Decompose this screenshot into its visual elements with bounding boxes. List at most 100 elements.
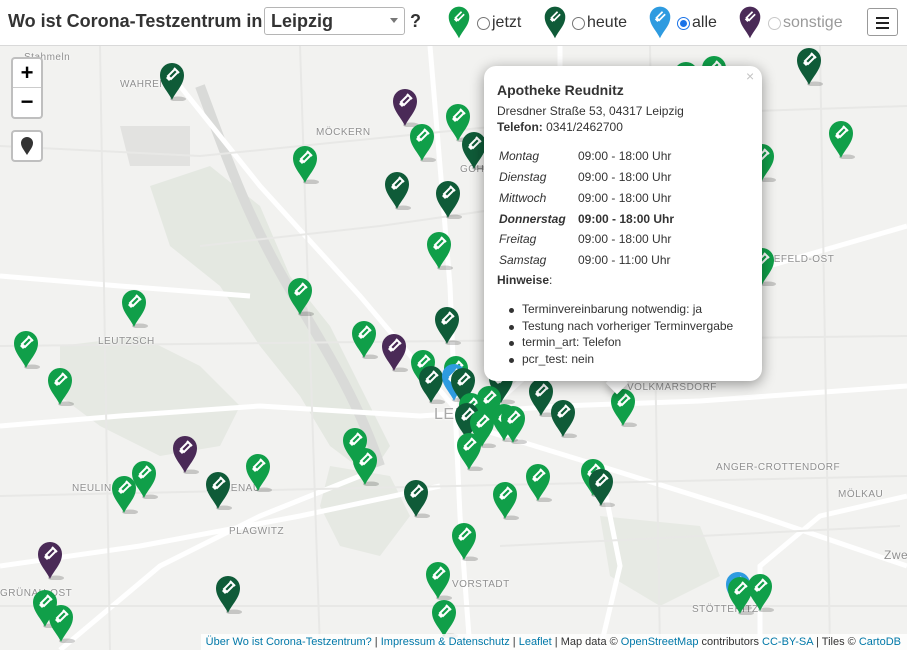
place-label: PLAGWITZ (229, 526, 285, 537)
hours-day: Samstag (499, 253, 547, 267)
filter-radio[interactable] (677, 17, 690, 30)
test-center-marker[interactable] (120, 288, 148, 328)
map[interactable]: Stahmeln WAHREN MÖCKERN GOH LEUTZSCH NEU… (0, 46, 907, 650)
osm-link[interactable]: OpenStreetMap (621, 636, 699, 648)
notes-heading: Hinweise: (497, 273, 552, 287)
menu-button[interactable] (867, 8, 898, 36)
popup-title: Apotheke Reudnitz (497, 82, 624, 98)
place-label: VORSTADT (452, 579, 510, 590)
license-link[interactable]: CC-BY-SA (762, 636, 813, 648)
city-select[interactable]: Leipzig (264, 7, 405, 35)
test-tube-icon (435, 307, 461, 345)
test-center-marker[interactable] (434, 179, 462, 219)
test-tube-icon (393, 89, 419, 127)
pin-icon (543, 4, 567, 45)
place-label: LEUTZSCH (98, 336, 155, 347)
page-title: Wo ist Corona-Testzentrum in (8, 11, 263, 31)
test-center-marker[interactable] (47, 603, 75, 643)
imprint-link[interactable]: Impressum & Datenschutz (381, 636, 510, 648)
test-tube-icon (427, 232, 453, 270)
hours-day: Dienstag (499, 170, 547, 184)
test-center-marker[interactable] (351, 446, 379, 486)
test-center-marker[interactable] (291, 144, 319, 184)
test-tube-icon (216, 576, 242, 614)
place-label: MÖCKERN (316, 127, 371, 138)
hours-time: 09:00 - 18:00 Uhr (578, 170, 672, 184)
hours-row: Freitag 09:00 - 18:00 Uhr (499, 232, 749, 252)
test-center-marker[interactable] (110, 474, 138, 514)
filter-label: jetzt (492, 14, 522, 31)
test-center-marker[interactable] (12, 329, 40, 369)
popup-address: Dresdner Straße 53, 04317 Leipzig (497, 104, 684, 118)
phone-label: Telefon: (497, 120, 543, 134)
test-center-marker[interactable] (524, 462, 552, 502)
test-center-marker[interactable] (587, 467, 615, 507)
test-center-marker[interactable] (46, 366, 74, 406)
zoom-in-button[interactable]: + (13, 59, 41, 88)
filter-radio[interactable] (477, 17, 490, 30)
carto-link[interactable]: CartoDB (859, 636, 901, 648)
top-bar: Wo ist Corona-Testzentrum in Leipzig ? j… (0, 0, 907, 46)
question-mark: ? (410, 11, 421, 31)
test-tube-icon (797, 48, 823, 86)
location-popup: × Apotheke Reudnitz Dresdner Straße 53, … (484, 66, 762, 381)
test-tube-icon (353, 448, 379, 486)
about-link[interactable]: Über Wo ist Corona-Testzentrum? (206, 636, 372, 648)
test-center-marker[interactable] (433, 305, 461, 345)
hours-row: Mittwoch 09:00 - 18:00 Uhr (499, 191, 749, 211)
test-center-marker[interactable] (408, 122, 436, 162)
test-center-marker[interactable] (450, 521, 478, 561)
test-tube-icon (404, 480, 430, 518)
zoom-out-button[interactable]: − (13, 88, 41, 117)
test-center-marker[interactable] (158, 61, 186, 101)
notes-colon: : (549, 273, 553, 287)
test-tube-icon (385, 172, 411, 210)
test-tube-icon (611, 389, 637, 427)
test-center-marker[interactable] (827, 119, 855, 159)
test-center-marker[interactable] (455, 431, 483, 471)
filter-radio[interactable] (572, 17, 585, 30)
map-attribution: Über Wo ist Corona-Testzentrum? | Impres… (200, 634, 907, 650)
test-center-marker[interactable] (549, 398, 577, 438)
test-tube-icon (551, 400, 577, 438)
separator: | (509, 636, 519, 648)
test-center-marker[interactable] (286, 276, 314, 316)
test-tube-icon (293, 146, 319, 184)
test-center-marker[interactable] (746, 572, 774, 612)
pin-icon (738, 4, 762, 45)
test-center-marker[interactable] (214, 574, 242, 614)
test-tube-icon (526, 464, 552, 502)
city-select-value: Leipzig (271, 11, 333, 31)
test-center-marker[interactable] (499, 404, 527, 444)
test-center-marker[interactable] (491, 480, 519, 520)
popup-phone-row: Telefon: 0341/2462700 (497, 120, 623, 134)
filter-radio[interactable] (768, 17, 781, 30)
test-center-marker[interactable] (424, 560, 452, 600)
filter-label: sonstige (783, 14, 843, 31)
note-item: Testung nach vorheriger Terminvergabe (508, 319, 734, 333)
test-center-marker[interactable] (609, 387, 637, 427)
test-center-marker[interactable] (425, 230, 453, 270)
place-label: NEFELD-OST (766, 254, 835, 265)
zoom-control: + − (11, 57, 43, 119)
test-tube-icon (436, 181, 462, 219)
test-center-marker[interactable] (204, 470, 232, 510)
hours-row: Montag 09:00 - 18:00 Uhr (499, 149, 749, 169)
filter-label: heute (587, 14, 628, 31)
test-center-marker[interactable] (383, 170, 411, 210)
place-label: MÖLKAU (838, 489, 884, 500)
close-icon[interactable]: × (746, 68, 754, 84)
test-center-marker[interactable] (795, 46, 823, 86)
test-center-marker[interactable] (171, 434, 199, 474)
test-center-marker[interactable] (391, 87, 419, 127)
test-center-marker[interactable] (402, 478, 430, 518)
test-center-marker[interactable] (244, 452, 272, 492)
test-tube-icon (112, 476, 138, 514)
locate-button[interactable] (11, 130, 43, 162)
test-center-marker[interactable] (36, 540, 64, 580)
test-center-marker[interactable] (350, 319, 378, 359)
test-center-marker[interactable] (380, 332, 408, 372)
test-tube-icon (14, 331, 40, 369)
test-center-marker[interactable] (430, 598, 458, 638)
leaflet-link[interactable]: Leaflet (519, 636, 552, 648)
